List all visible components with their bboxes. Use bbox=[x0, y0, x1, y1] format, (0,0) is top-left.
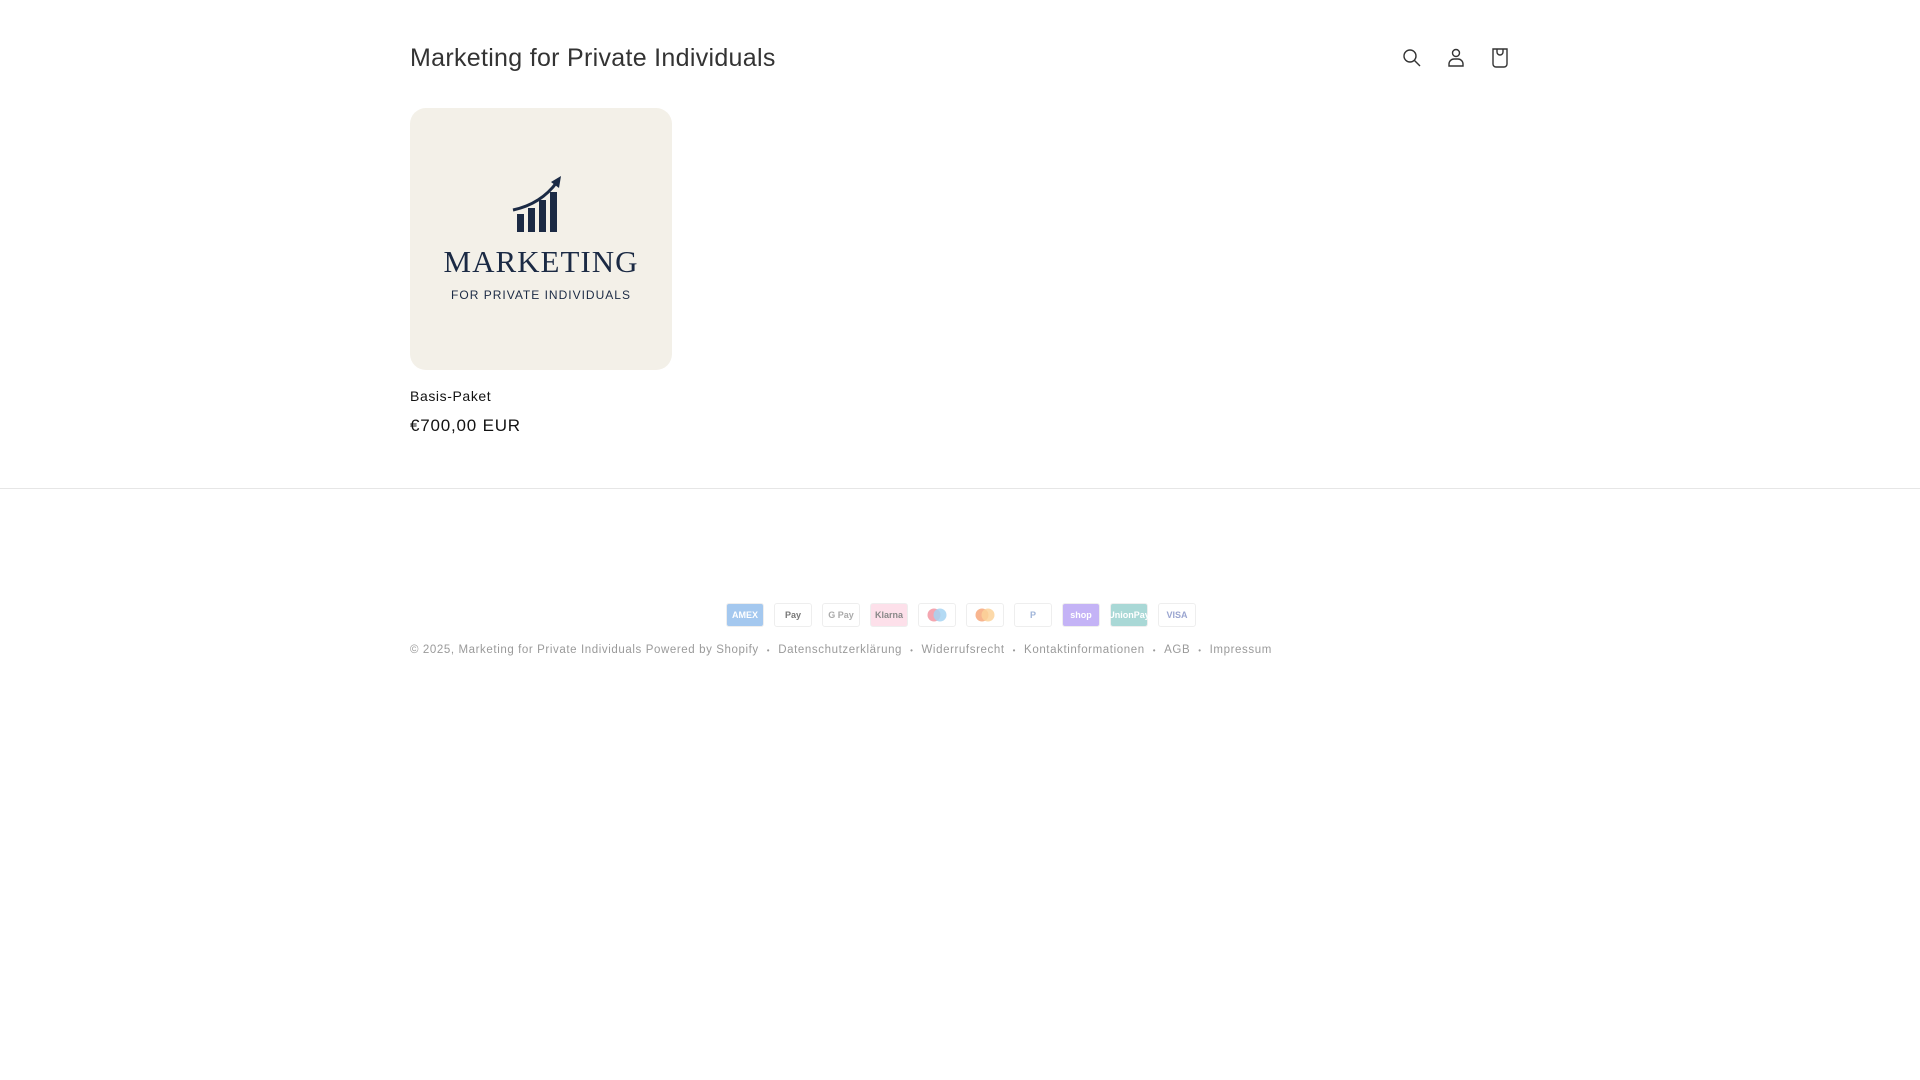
header-icons bbox=[1394, 36, 1518, 80]
powered-by-shopify-link[interactable]: Powered by Shopify bbox=[646, 644, 759, 656]
google-pay-icon: G Pay bbox=[822, 603, 860, 627]
separator-dot: • bbox=[766, 645, 771, 655]
separator-dot: • bbox=[1152, 645, 1157, 655]
product-title[interactable]: Basis-Paket bbox=[410, 388, 672, 404]
logo-word: MARKETING bbox=[443, 244, 639, 279]
copyright: © 2025, bbox=[410, 644, 455, 656]
footer-link-datenschutz[interactable]: Datenschutzerklärung bbox=[778, 644, 902, 656]
product-price: €700,00 EUR bbox=[410, 416, 521, 435]
site-header: Marketing for Private Individuals bbox=[410, 30, 1510, 86]
payment-icons: AMEX Pay G Pay Klarna Pshop UnionPay VISA bbox=[726, 603, 1196, 627]
cart-icon bbox=[1492, 48, 1508, 68]
shop-pay-icon: shop bbox=[1062, 603, 1100, 627]
product-card[interactable]: MARKETING FOR PRIVATE INDIVIDUALS Basis-… bbox=[410, 108, 672, 436]
search-icon bbox=[1403, 49, 1421, 67]
footer-links: © 2025, Marketing for Private Individual… bbox=[410, 644, 1272, 656]
maestro-icon bbox=[918, 603, 956, 627]
account-icon bbox=[1448, 48, 1464, 67]
unionpay-icon: UnionPay bbox=[1108, 603, 1150, 627]
footer-link-kontakt[interactable]: Kontaktinformationen bbox=[1024, 644, 1145, 656]
separator-dot: • bbox=[1198, 645, 1202, 655]
paypal-icon: P bbox=[1014, 603, 1052, 627]
account-button[interactable] bbox=[1438, 36, 1474, 80]
separator-dot: • bbox=[1012, 645, 1017, 655]
cart-button[interactable] bbox=[1482, 36, 1518, 80]
search-button[interactable] bbox=[1394, 36, 1430, 80]
footer-divider bbox=[0, 488, 1920, 489]
visa-icon: VISA bbox=[1158, 603, 1196, 627]
mastercard-icon bbox=[966, 603, 1004, 627]
footer-link-impressum[interactable]: Impressum bbox=[1210, 644, 1272, 656]
growth-chart-icon bbox=[512, 176, 561, 232]
site-title-link[interactable]: Marketing for Private Individuals bbox=[410, 44, 776, 73]
footer-link-widerrufsrecht[interactable]: Widerrufsrecht bbox=[921, 644, 1004, 656]
klarna-icon: Klarna bbox=[870, 603, 908, 627]
footer-link-agb[interactable]: AGB bbox=[1164, 644, 1190, 656]
product-image[interactable]: MARKETING FOR PRIVATE INDIVIDUALS bbox=[410, 108, 672, 370]
footer-shop-link[interactable]: Marketing for Private Individuals bbox=[458, 644, 641, 656]
logo-subtitle: FOR PRIVATE INDIVIDUALS bbox=[451, 288, 631, 302]
apple-pay-icon: Pay bbox=[774, 603, 812, 627]
separator-dot: • bbox=[910, 645, 914, 655]
amex-icon: AMEX bbox=[726, 603, 764, 627]
